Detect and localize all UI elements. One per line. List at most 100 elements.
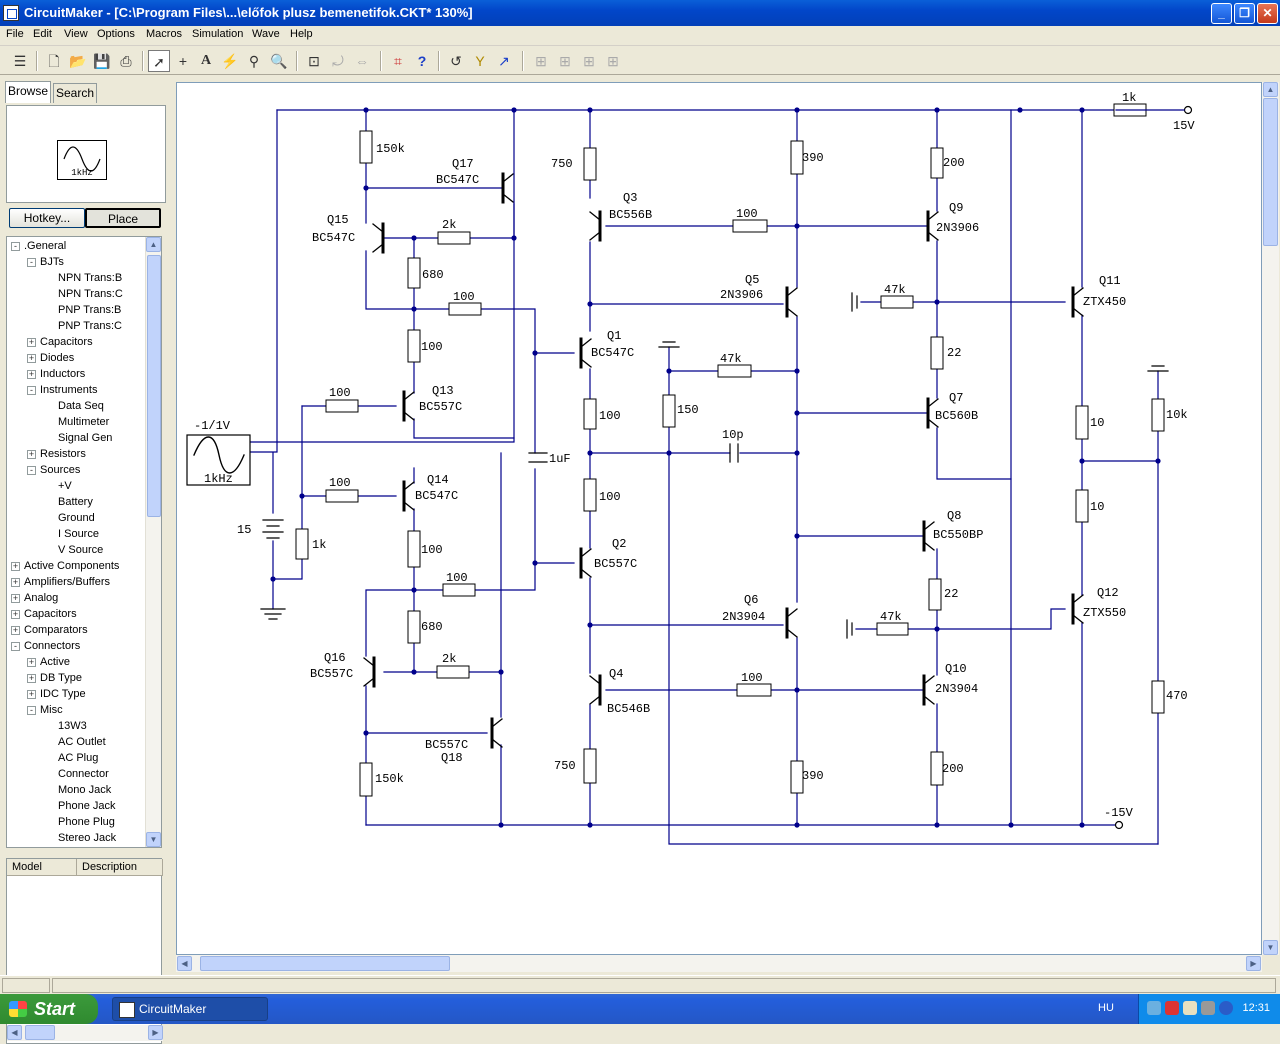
menu-macros[interactable]: Macros bbox=[146, 28, 182, 40]
probe-lightning-icon[interactable]: ⚡ bbox=[219, 50, 241, 72]
resistor[interactable] bbox=[407, 257, 421, 289]
usb-icon[interactable] bbox=[1201, 1001, 1215, 1015]
tree-item[interactable]: - BJTs bbox=[27, 254, 64, 270]
terminal-neg15v[interactable] bbox=[1114, 820, 1124, 830]
tree-item[interactable]: - .General bbox=[11, 238, 66, 254]
app-icon[interactable] bbox=[3, 5, 19, 21]
close-button[interactable]: ✕ bbox=[1257, 3, 1278, 24]
print-icon[interactable]: ⎙ bbox=[115, 50, 137, 72]
tree-item[interactable]: + Analog bbox=[11, 590, 58, 606]
expand-toggle-icon[interactable]: - bbox=[27, 385, 36, 395]
resistor[interactable] bbox=[325, 399, 359, 413]
tree-item[interactable]: AC Plug bbox=[43, 750, 98, 766]
bluetooth-icon[interactable] bbox=[1219, 1001, 1233, 1015]
ground-symbol[interactable] bbox=[851, 292, 858, 312]
ground-symbol[interactable] bbox=[658, 341, 680, 348]
resistor[interactable] bbox=[448, 302, 482, 316]
zoom-fit-icon[interactable]: ⊡ bbox=[303, 50, 325, 72]
scroll-up-icon[interactable]: ▲ bbox=[1263, 82, 1278, 97]
expand-toggle-icon[interactable]: - bbox=[11, 241, 20, 251]
wand-icon[interactable]: ⚲ bbox=[243, 50, 265, 72]
resistor[interactable] bbox=[930, 336, 944, 370]
tree-item[interactable]: + Active bbox=[27, 654, 70, 670]
expand-toggle-icon[interactable]: - bbox=[27, 257, 36, 267]
resistor[interactable] bbox=[295, 528, 309, 560]
digital-sim-icon[interactable]: ⌗ bbox=[387, 50, 409, 72]
align-bottom-icon[interactable]: ⊞ bbox=[602, 50, 624, 72]
language-indicator[interactable]: HU bbox=[1098, 1002, 1114, 1014]
resistor[interactable] bbox=[1151, 398, 1165, 432]
expand-toggle-icon[interactable]: + bbox=[27, 689, 36, 699]
minimize-button[interactable]: _ bbox=[1211, 3, 1232, 24]
expand-toggle-icon[interactable]: + bbox=[11, 609, 20, 619]
expand-toggle-icon[interactable]: + bbox=[11, 593, 20, 603]
resistor[interactable] bbox=[1151, 680, 1165, 714]
model-scroll-thumb[interactable] bbox=[25, 1025, 55, 1040]
fault-icon[interactable]: Y bbox=[469, 50, 491, 72]
expand-toggle-icon[interactable]: + bbox=[27, 369, 36, 379]
tree-item[interactable]: PNP Trans:B bbox=[43, 302, 121, 318]
tree-item[interactable]: Mono Jack bbox=[43, 782, 111, 798]
resistor[interactable] bbox=[359, 130, 373, 164]
resistor[interactable] bbox=[876, 622, 909, 636]
resistor[interactable] bbox=[930, 147, 944, 179]
resistor[interactable] bbox=[662, 394, 676, 428]
tree-item[interactable]: + Capacitors bbox=[11, 606, 77, 622]
capacitor-10p[interactable] bbox=[729, 443, 739, 463]
volume-icon[interactable] bbox=[1183, 1001, 1197, 1015]
resistor[interactable] bbox=[717, 364, 752, 378]
column-description[interactable]: Description bbox=[77, 859, 163, 876]
start-button[interactable]: Start bbox=[0, 994, 98, 1024]
tree-item[interactable]: + Amplifiers/Buffers bbox=[11, 574, 110, 590]
help-icon[interactable]: ? bbox=[411, 50, 433, 72]
tree-item[interactable]: Multimeter bbox=[43, 414, 109, 430]
maximize-button[interactable]: ❐ bbox=[1234, 3, 1255, 24]
mirror-icon[interactable]: ⇔ bbox=[351, 50, 373, 72]
resistor[interactable] bbox=[583, 478, 597, 512]
tree-item[interactable]: Ground bbox=[43, 510, 95, 526]
magnifier-icon[interactable]: 🔍 bbox=[268, 50, 290, 72]
tree-item[interactable]: 13W3 bbox=[43, 718, 87, 734]
new-file-icon[interactable]: 🗋 bbox=[43, 50, 65, 72]
expand-toggle-icon[interactable]: + bbox=[11, 577, 20, 587]
tree-item[interactable]: + Active Components bbox=[11, 558, 119, 574]
resistor[interactable] bbox=[1075, 405, 1089, 440]
tree-item[interactable]: + Comparators bbox=[11, 622, 88, 638]
tab-browse[interactable]: Browse bbox=[5, 81, 51, 103]
ground-symbol[interactable] bbox=[846, 619, 853, 639]
expand-toggle-icon[interactable]: + bbox=[27, 657, 36, 667]
tree-item[interactable]: + IDC Type bbox=[27, 686, 86, 702]
open-folder-icon[interactable]: 📂 bbox=[67, 50, 89, 72]
resistor[interactable] bbox=[407, 610, 421, 644]
place-button[interactable]: Place bbox=[85, 208, 161, 228]
scroll-right-icon[interactable]: ▶ bbox=[1246, 956, 1261, 971]
stack-icon[interactable]: ☰ bbox=[9, 50, 31, 72]
tree-item[interactable]: Connector bbox=[43, 766, 109, 782]
resistor[interactable] bbox=[436, 665, 470, 679]
undo-icon[interactable]: ↺ bbox=[445, 50, 467, 72]
tree-item[interactable]: + DB Type bbox=[27, 670, 82, 686]
model-hscrollbar[interactable]: ◀ ▶ bbox=[7, 1025, 163, 1041]
tab-search[interactable]: Search bbox=[53, 83, 97, 103]
rotate-icon[interactable]: ⤾ bbox=[327, 50, 349, 72]
network-icon[interactable] bbox=[1147, 1001, 1161, 1015]
menu-help[interactable]: Help bbox=[290, 28, 313, 40]
tree-item[interactable]: - Misc bbox=[27, 702, 63, 718]
resistor[interactable] bbox=[325, 489, 359, 503]
menu-options[interactable]: Options bbox=[97, 28, 135, 40]
resistor[interactable] bbox=[880, 295, 914, 309]
tree-scrollbar[interactable]: ▲ ▼ bbox=[145, 237, 161, 847]
expand-toggle-icon[interactable]: - bbox=[11, 641, 20, 651]
resistor[interactable] bbox=[736, 683, 772, 697]
terminal-15v[interactable] bbox=[1183, 105, 1193, 115]
ground-symbol[interactable] bbox=[1147, 365, 1169, 372]
tree-item[interactable]: AC Outlet bbox=[43, 734, 106, 750]
expand-toggle-icon[interactable]: + bbox=[11, 561, 20, 571]
menu-wave[interactable]: Wave bbox=[252, 28, 280, 40]
text-tool-icon[interactable]: A bbox=[195, 50, 217, 72]
tree-item[interactable]: PNP Trans:C bbox=[43, 318, 122, 334]
schematic-canvas[interactable]: 150k Q17 BC547C Q15 BC547C 2k 680 100 100 100 Q13 B… bbox=[176, 82, 1262, 955]
resistor[interactable] bbox=[732, 219, 768, 233]
expand-toggle-icon[interactable]: + bbox=[27, 449, 36, 459]
ground-symbol[interactable] bbox=[260, 608, 286, 620]
